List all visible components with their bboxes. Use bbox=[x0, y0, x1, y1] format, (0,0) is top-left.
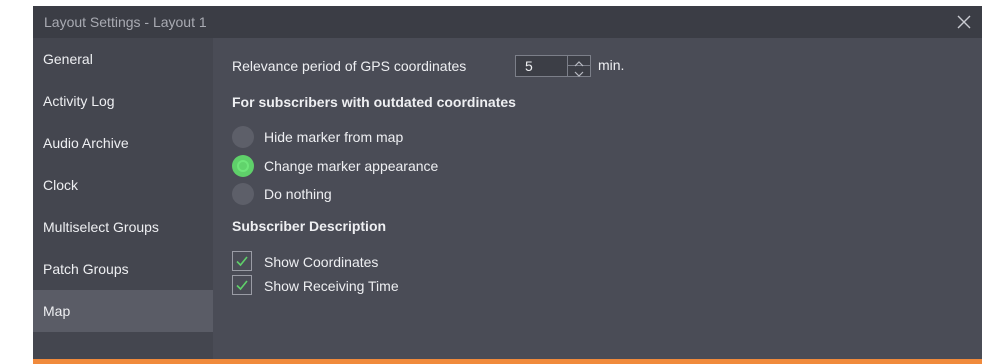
relevance-period-label: Relevance period of GPS coordinates bbox=[232, 58, 467, 74]
accent-bottom-bar bbox=[33, 359, 982, 364]
sidebar-item-patch-groups[interactable]: Patch Groups bbox=[33, 248, 213, 290]
checkmark-icon bbox=[236, 256, 248, 267]
checkbox-show-receiving-time[interactable] bbox=[232, 275, 252, 295]
option-label: Show Coordinates bbox=[264, 254, 379, 270]
sidebar-item-general[interactable]: General bbox=[33, 38, 213, 80]
settings-sidebar: General Activity Log Audio Archive Clock… bbox=[33, 38, 213, 364]
radio-do-nothing[interactable] bbox=[232, 183, 254, 205]
option-label: Do nothing bbox=[264, 186, 332, 202]
title-bar: Layout Settings - Layout 1 bbox=[33, 6, 982, 38]
outdated-section-title: For subscribers with outdated coordinate… bbox=[232, 94, 516, 110]
option-label: Change marker appearance bbox=[264, 158, 439, 174]
map-settings-panel: Relevance period of GPS coordinates min.… bbox=[213, 38, 982, 364]
option-label: Show Receiving Time bbox=[264, 278, 399, 294]
sidebar-item-clock[interactable]: Clock bbox=[33, 164, 213, 206]
sidebar-item-audio-archive[interactable]: Audio Archive bbox=[33, 122, 213, 164]
radio-hide-marker[interactable] bbox=[232, 126, 254, 148]
checkmark-icon bbox=[236, 280, 248, 291]
sidebar-item-multiselect-groups[interactable]: Multiselect Groups bbox=[33, 206, 213, 248]
window-title: Layout Settings - Layout 1 bbox=[44, 14, 207, 30]
sidebar-item-map[interactable]: Map bbox=[33, 290, 213, 332]
relevance-period-stepper[interactable] bbox=[515, 55, 591, 77]
chevron-up-icon[interactable] bbox=[568, 56, 590, 67]
close-icon[interactable] bbox=[956, 14, 972, 30]
option-label: Hide marker from map bbox=[264, 129, 404, 145]
layout-settings-dialog: Layout Settings - Layout 1 General Activ… bbox=[33, 6, 982, 364]
radio-change-appearance[interactable] bbox=[232, 155, 254, 177]
description-section-title: Subscriber Description bbox=[232, 218, 387, 234]
stepper-buttons bbox=[567, 56, 590, 77]
chevron-down-icon[interactable] bbox=[568, 66, 590, 77]
relevance-unit-label: min. bbox=[598, 57, 625, 73]
checkbox-show-coordinates[interactable] bbox=[232, 251, 252, 271]
relevance-period-input[interactable] bbox=[525, 58, 565, 74]
sidebar-item-activity-log[interactable]: Activity Log bbox=[33, 80, 213, 122]
